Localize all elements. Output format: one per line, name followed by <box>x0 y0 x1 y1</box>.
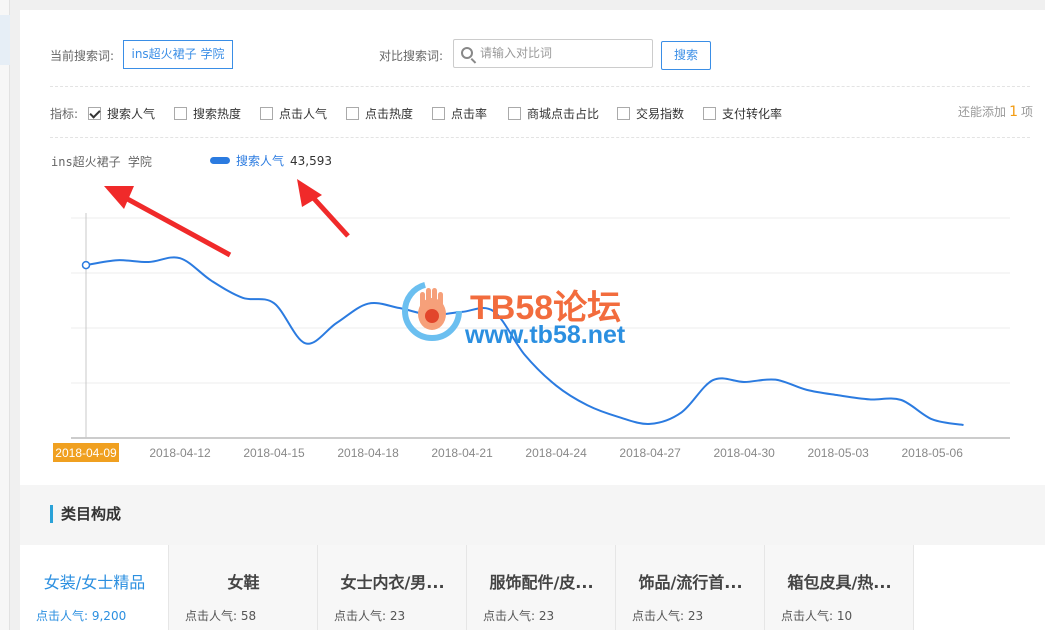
category-tab[interactable]: 服饰配件/皮... 点击人气: 23 <box>467 545 616 630</box>
category-tab-stat: 点击人气: 23 <box>334 609 406 623</box>
chart-x-tick-label: 2018-05-06 <box>901 446 963 460</box>
category-tab-name: 女装/女士精品 <box>43 573 146 592</box>
trend-panel: 当前搜索词: ins超火裙子 学院 对比搜索词: 请输入对比词 搜索 指标: 搜… <box>20 10 1045 485</box>
sidebar-highlight <box>0 15 10 65</box>
chart-x-tick-label: 2018-04-12 <box>149 446 211 460</box>
category-tab-name: 服饰配件/皮... <box>489 573 594 592</box>
category-tab-name: 饰品/流行首... <box>638 573 743 592</box>
category-section-title: 类目构成 <box>61 505 122 523</box>
chart-x-tick-label: 2018-04-24 <box>525 446 587 460</box>
category-tab-name: 箱包皮具/热... <box>787 573 892 592</box>
chart-x-tick-label: 2018-05-03 <box>807 446 869 460</box>
category-tab-stat: 点击人气: 23 <box>483 609 555 623</box>
left-sidebar-edge <box>0 0 10 630</box>
chart-x-tick-label: 2018-04-09 <box>55 446 117 460</box>
chart-x-tick-label: 2018-04-27 <box>619 446 681 460</box>
watermark-logo <box>396 280 466 346</box>
trend-chart[interactable]: 2018-04-09 2018-04-12 2018-04-15 2018-04-18… <box>20 10 1045 485</box>
category-tab-name: 女士内衣/男... <box>340 573 445 592</box>
category-tab[interactable]: 女装/女士精品点击人气: 9,200 <box>20 545 169 630</box>
category-tab[interactable]: 女鞋点击人气: 58 <box>169 545 318 630</box>
chart-x-tick-label: 2018-04-21 <box>431 446 493 460</box>
category-tab[interactable]: 女士内衣/男... 点击人气: 23 <box>318 545 467 630</box>
category-tab-stat: 点击人气: 58 <box>185 609 257 623</box>
category-section-header: 类目构成 <box>20 485 1045 545</box>
category-tab-stat: 点击人气: 23 <box>632 609 704 623</box>
chart-x-tick-label: 2018-04-15 <box>243 446 305 460</box>
category-tab[interactable]: 箱包皮具/热... 点击人气: 10 <box>765 545 914 630</box>
chart-x-tick-label: 2018-04-18 <box>337 446 399 460</box>
chart-data-point[interactable] <box>81 260 91 270</box>
watermark-url: www.tb58.net <box>465 321 626 349</box>
section-accent-bar <box>50 505 53 523</box>
category-tab-stat: 点击人气: 9,200 <box>36 609 127 623</box>
chart-x-tick-label: 2018-04-30 <box>713 446 775 460</box>
category-tab[interactable]: 饰品/流行首... 点击人气: 23 <box>616 545 765 630</box>
category-tabs: 女装/女士精品 点击人气: 9,200 女鞋 点击人气: 58 女士内衣/男... 点击人… <box>20 545 1045 630</box>
category-tab-stat: 点击人气: 10 <box>781 609 853 623</box>
category-tab-name: 女鞋 <box>227 573 260 592</box>
